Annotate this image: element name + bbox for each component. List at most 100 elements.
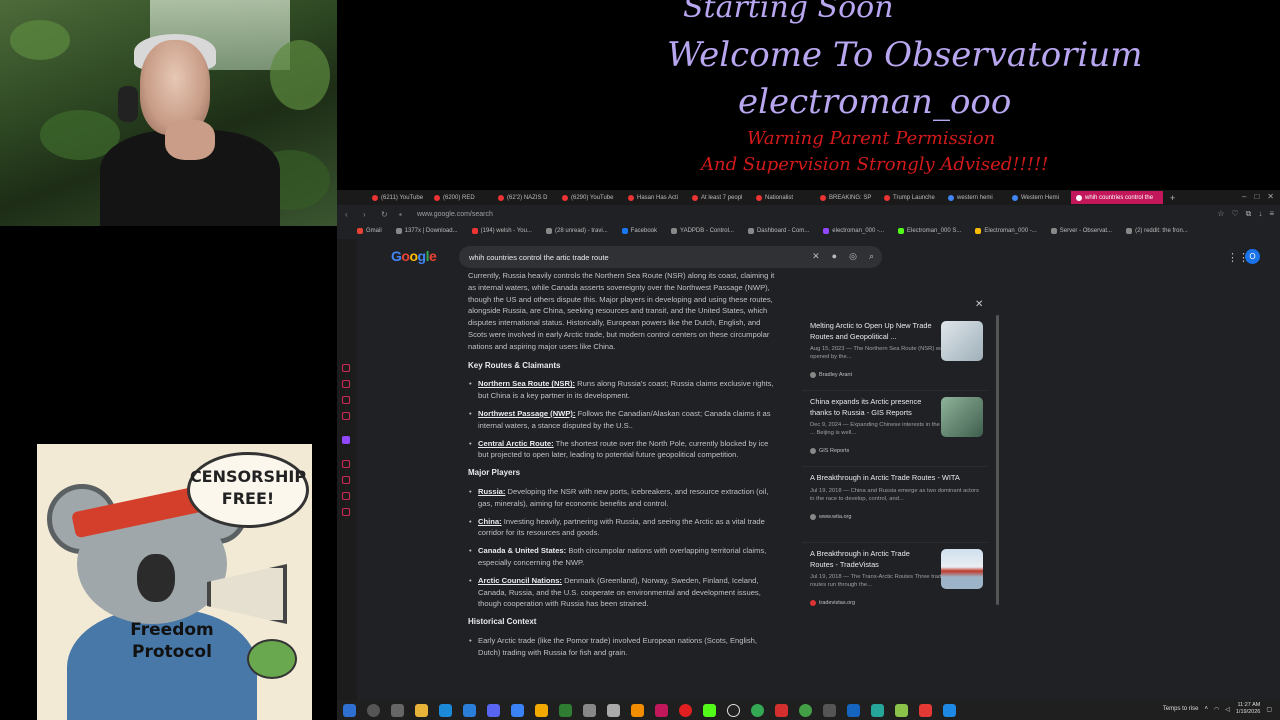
bookmarks-bar: Gmail 1377x | Download... (194) welsh - … [337, 223, 1280, 239]
search-input[interactable]: whih countries control the artic trade r… [469, 253, 609, 262]
sidebar-icon[interactable] [342, 508, 350, 516]
app-icon[interactable] [727, 703, 740, 717]
file-explorer-icon[interactable] [415, 703, 428, 717]
bookmark-item[interactable]: Facebook [621, 228, 657, 234]
bookmark-item[interactable]: (2) reddit: the fron... [1126, 228, 1188, 234]
bookmark-item[interactable]: YADPDB - Control... [671, 228, 734, 234]
koala-poster: CENSORSHIP FREE! Freedom Protocol [37, 444, 312, 720]
edge-icon[interactable] [439, 703, 452, 717]
app-icon[interactable] [799, 703, 812, 717]
sidebar-icon[interactable] [342, 396, 350, 404]
browser-tab-active[interactable]: whih countries control the [1071, 191, 1163, 204]
new-tab-button[interactable]: + [1165, 191, 1180, 204]
bookmark-item[interactable]: Server - Observat... [1050, 228, 1112, 234]
vlc-icon[interactable] [631, 703, 644, 717]
browser-tab[interactable]: Hasan Has Acti [623, 191, 685, 204]
app-icon[interactable] [919, 703, 932, 717]
clear-icon[interactable]: ✕ [812, 251, 820, 262]
mail-icon[interactable] [463, 703, 476, 717]
app-icon[interactable] [775, 703, 788, 717]
clock[interactable]: 11:27 AM 1/19/2026 [1236, 702, 1260, 716]
bookmark-item[interactable]: Electroman_000 S... [898, 228, 961, 234]
opera-icon[interactable] [679, 703, 692, 717]
bookmark-item[interactable]: (194) welsh - You... [471, 228, 532, 234]
camera-icon[interactable]: ◎ [849, 251, 857, 262]
app-icon[interactable] [895, 703, 908, 717]
browser-tab[interactable]: At least 7 peopl [687, 191, 749, 204]
heart-icon[interactable]: ♡ [1231, 209, 1238, 219]
app-icon[interactable] [823, 703, 836, 717]
bookmark-item[interactable]: Dashboard - Com... [747, 228, 809, 234]
browser-tab[interactable]: (6200) RED [429, 191, 491, 204]
bookmark-item[interactable]: 1377x | Download... [395, 228, 458, 234]
google-logo[interactable]: Google [391, 248, 437, 264]
close-sources-icon[interactable]: ✕ [975, 299, 983, 310]
bookmark-item[interactable]: electroman_000 -... [823, 228, 884, 234]
sidebar-icon[interactable] [342, 460, 350, 468]
close-icon[interactable]: ✕ [1267, 192, 1274, 201]
source-card[interactable]: A Breakthrough in Arctic Trade Routes - … [802, 543, 987, 619]
app-icon[interactable] [655, 703, 668, 717]
webcam-feed [0, 0, 337, 226]
back-icon[interactable]: ‹ [345, 210, 355, 219]
minimize-icon[interactable]: – [1242, 192, 1246, 201]
source-card[interactable]: China expands its Arctic presence thanks… [802, 391, 987, 467]
reload-icon[interactable]: ↻ [381, 210, 391, 219]
wifi-icon[interactable]: ◠ [1214, 706, 1219, 713]
app-icon[interactable] [535, 703, 548, 717]
sidebar-icon[interactable] [342, 380, 350, 388]
sidebar-icon[interactable] [342, 364, 350, 372]
weather-text[interactable]: Temps to rise [1163, 706, 1199, 712]
source-card[interactable]: A Breakthrough in Arctic Trade Routes - … [802, 467, 987, 543]
bookmark-item[interactable]: Electroman_000 -... [975, 228, 1037, 234]
browser-tab[interactable]: (6211) YouTube [367, 191, 427, 204]
list-item: Russia: Developing the NSR with new port… [468, 486, 778, 510]
maximize-icon[interactable]: □ [1254, 192, 1259, 201]
google-icon [1076, 194, 1082, 201]
app-icon[interactable] [847, 703, 860, 717]
app-icon[interactable] [703, 703, 716, 717]
browser-tab[interactable]: Trump Launche [879, 191, 941, 204]
extensions-icon[interactable]: ⧉ [1246, 209, 1252, 219]
browser-tab[interactable]: Nationalist [751, 191, 813, 204]
windows-start-icon[interactable] [343, 703, 356, 717]
chrome-icon[interactable] [751, 703, 764, 717]
twitch-icon[interactable] [342, 436, 350, 444]
browser-tab[interactable]: western hemi [943, 191, 1005, 204]
notification-icon[interactable]: ▢ [1266, 706, 1272, 713]
chevron-up-icon[interactable]: ˄ [1204, 706, 1208, 712]
sidebar-icon[interactable] [342, 492, 350, 500]
forward-icon[interactable]: › [363, 210, 373, 219]
app-icon[interactable] [871, 703, 884, 717]
sources-panel: Melting Arctic to Open Up New Trade Rout… [802, 315, 987, 619]
bookmark-item[interactable]: Gmail [357, 228, 382, 234]
youtube-icon [434, 194, 440, 201]
app-icon[interactable] [583, 703, 596, 717]
bookmark-star-icon[interactable]: ☆ [1217, 209, 1224, 219]
search-icon[interactable] [367, 703, 380, 717]
app-icon[interactable] [607, 703, 620, 717]
download-icon[interactable]: ↓ [1258, 209, 1262, 219]
browser-tab[interactable]: BREAKING: SP [815, 191, 877, 204]
browser-tab[interactable]: Western Hemi [1007, 191, 1069, 204]
avatar[interactable]: O [1245, 249, 1260, 264]
url-field[interactable]: www.google.com/search [417, 211, 493, 218]
app-icon[interactable] [943, 703, 956, 717]
task-view-icon[interactable] [391, 703, 404, 717]
volume-icon[interactable]: ◁ [1225, 706, 1230, 713]
bookmark-item[interactable]: (28 unread) - travi... [545, 228, 608, 234]
sources-scrollbar[interactable] [996, 315, 999, 605]
browser-tab[interactable]: (6290) YouTube [557, 191, 621, 204]
menu-icon[interactable]: ≡ [1269, 209, 1274, 219]
source-card[interactable]: Melting Arctic to Open Up New Trade Rout… [802, 315, 987, 391]
source-thumbnail [941, 397, 983, 437]
app-icon[interactable] [511, 703, 524, 717]
discord-icon[interactable] [487, 703, 500, 717]
browser-tab[interactable]: (62'2) NAZIS D [493, 191, 555, 204]
microphone-icon[interactable]: ● [832, 251, 837, 262]
search-icon[interactable]: ⌕ [869, 251, 874, 262]
sidebar-icon[interactable] [342, 412, 350, 420]
sidebar-icon[interactable] [342, 476, 350, 484]
app-icon[interactable] [559, 703, 572, 717]
search-box[interactable]: whih countries control the artic trade r… [459, 246, 882, 268]
